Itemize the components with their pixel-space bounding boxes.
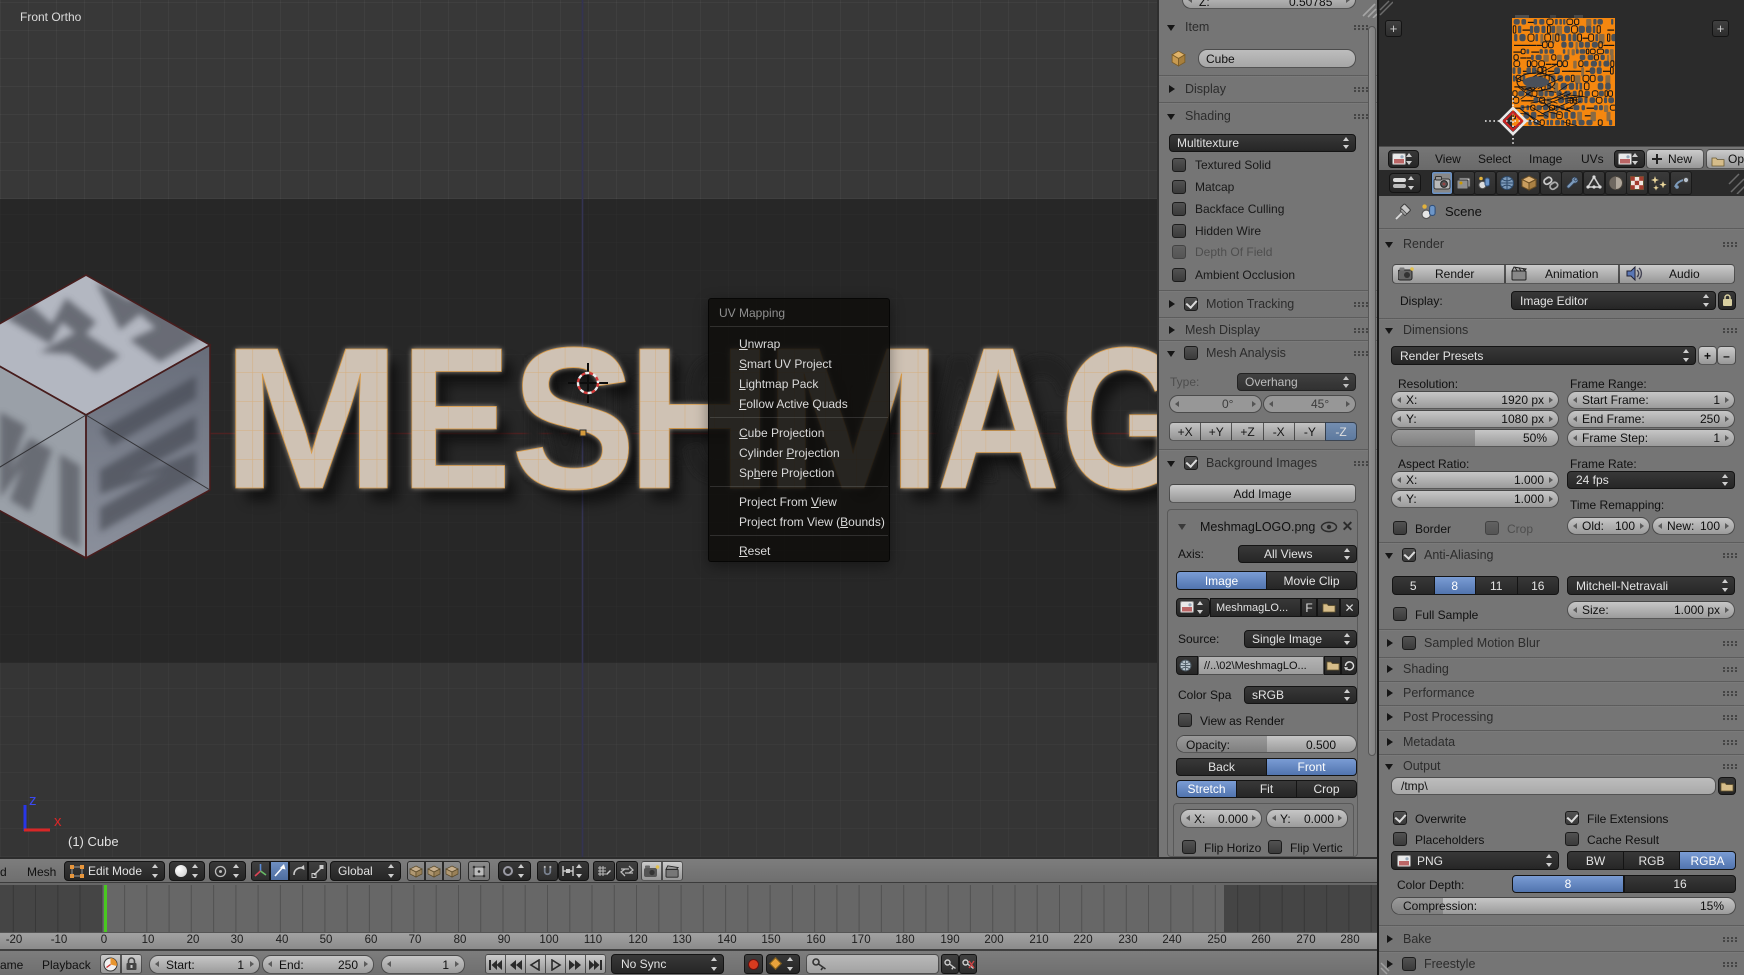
svg-text:z: z [29,792,37,809]
svg-text:x: x [54,813,62,830]
svg-text:A: A [937,306,1061,531]
svg-text:S: S [511,306,636,531]
svg-text:M: M [221,306,401,532]
svg-text:E: E [401,306,511,531]
